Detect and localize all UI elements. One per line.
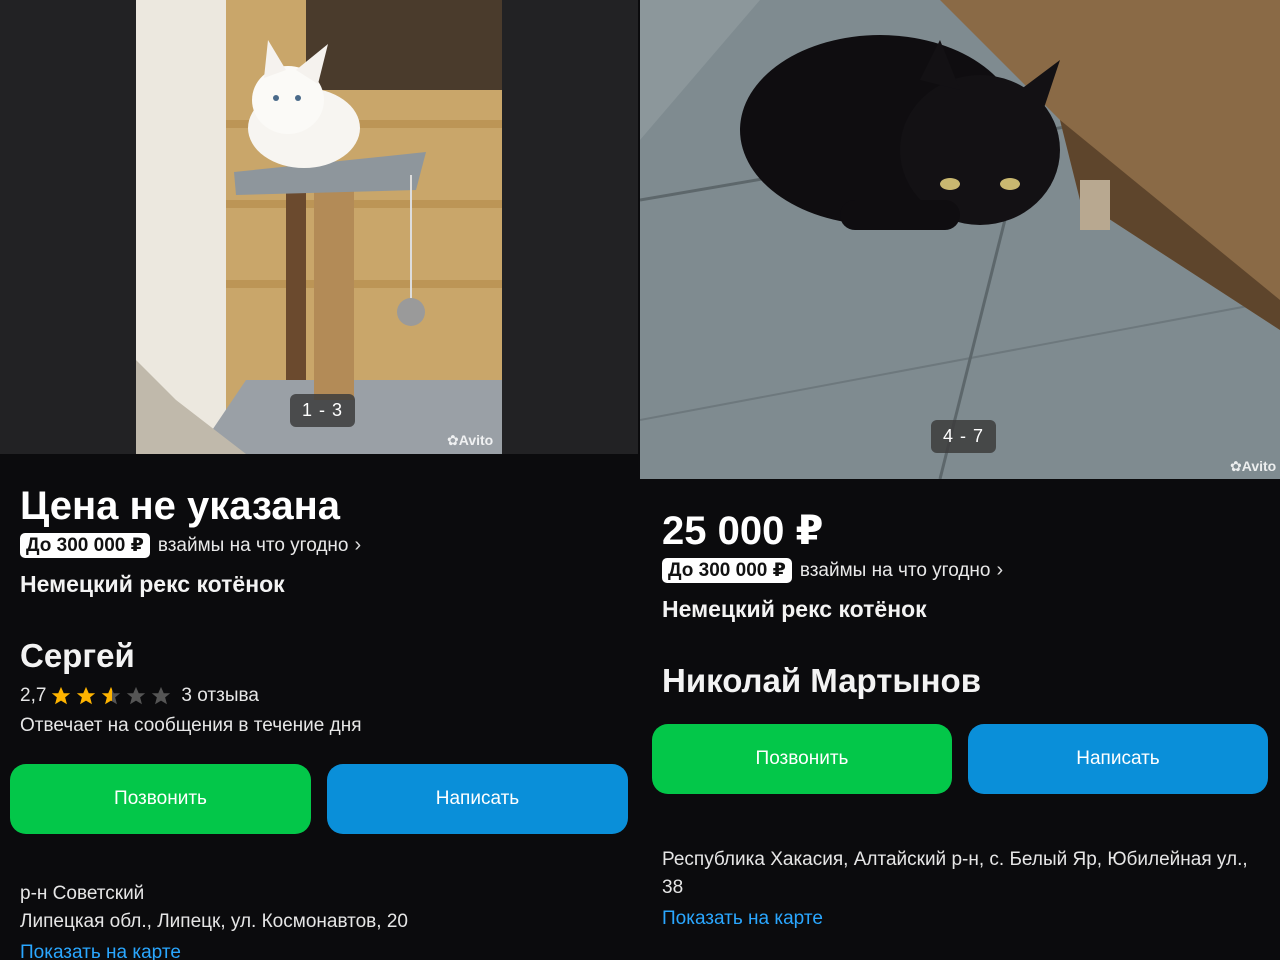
star-empty-icon — [152, 686, 171, 705]
show-on-map-link[interactable]: Показать на карте — [20, 942, 181, 960]
seller-name[interactable]: Сергей — [20, 637, 135, 675]
price: 25 000 ₽ — [662, 509, 824, 553]
loan-badge: До 300 000 ₽ — [662, 558, 792, 583]
address: Липецкая обл., Липецк, ул. Космонавтов, … — [20, 911, 408, 932]
listing-photo[interactable] — [640, 0, 1280, 479]
loan-text: взаймы на что угодно — [799, 559, 991, 581]
reply-time: Отвечает на сообщения в течение дня — [20, 715, 362, 736]
listing-photo[interactable] — [136, 0, 502, 454]
price: Цена не указана — [20, 484, 340, 528]
listing-title: Немецкий рекс котёнок — [662, 596, 927, 622]
message-button[interactable]: Написать — [327, 764, 628, 834]
rating-value: 2,7 — [20, 685, 47, 706]
seller-rating[interactable]: 2,7 3 отзыва — [20, 685, 259, 707]
listing-card-left: 1 - 3 ✿Avito Цена не указана До 300 000 … — [0, 0, 638, 960]
call-button[interactable]: Позвонить — [10, 764, 311, 834]
star-icon — [77, 686, 96, 705]
loan-offer[interactable]: До 300 000 ₽ взаймы на что угодно › — [662, 558, 1003, 583]
avito-logo-icon: ✿Avito — [447, 432, 494, 448]
reviews-count: 3 отзыва — [181, 685, 259, 706]
rating-stars — [50, 685, 175, 707]
district: р-н Советский — [20, 883, 145, 904]
chevron-right-icon: › — [354, 534, 362, 556]
call-button[interactable]: Позвонить — [652, 724, 952, 794]
star-empty-icon — [127, 686, 146, 705]
avito-logo-icon: ✿Avito — [1230, 458, 1277, 474]
chevron-right-icon: › — [996, 559, 1004, 581]
photo-counter: 1 - 3 — [290, 394, 356, 427]
black-cat-photo — [640, 0, 1280, 479]
loan-offer[interactable]: До 300 000 ₽ взаймы на что угодно › — [20, 533, 361, 558]
white-cat-photo — [136, 0, 502, 454]
seller-name[interactable]: Николай Мартынов — [662, 662, 981, 700]
message-button[interactable]: Написать — [968, 724, 1268, 794]
loan-text: взаймы на что угодно — [157, 534, 349, 556]
star-icon — [52, 686, 71, 705]
show-on-map-link[interactable]: Показать на карте — [662, 908, 823, 930]
star-half-icon — [102, 686, 121, 705]
photo-counter: 4 - 7 — [931, 420, 997, 453]
listing-title: Немецкий рекс котёнок — [20, 571, 285, 597]
listing-card-right: 4 - 7 ✿Avito 25 000 ₽ До 300 000 ₽ взайм… — [640, 0, 1280, 960]
address-line-2: 38 — [662, 877, 684, 898]
loan-badge: До 300 000 ₽ — [20, 533, 150, 558]
address-line-1: Республика Хакасия, Алтайский р-н, с. Бе… — [662, 849, 1248, 870]
